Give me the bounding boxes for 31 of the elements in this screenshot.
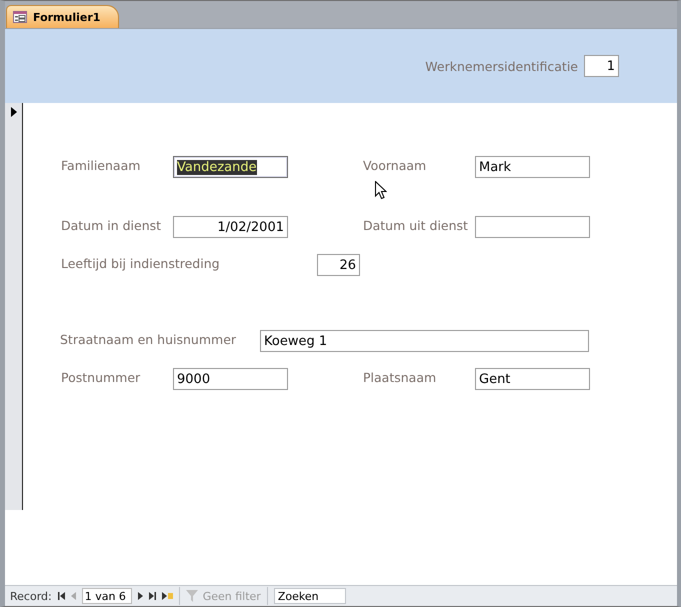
field-label: Plaatsnaam [363,369,438,385]
record-label: Record: [10,590,52,602]
field-label: Postnummer [61,369,142,385]
field-label: Datum in dienst [61,217,162,233]
next-record-icon[interactable] [138,592,143,600]
text-field[interactable]: Gent [475,368,590,390]
field-label: Datum uit dienst [363,217,469,233]
current-record-icon [10,107,16,117]
id-field[interactable]: 1 [584,55,619,77]
text-field[interactable]: Vandezande [173,156,288,178]
new-record-icon[interactable] [162,592,173,600]
field-label: Familienaam [61,157,142,173]
text-field[interactable] [475,216,590,238]
record-selector[interactable] [5,103,23,510]
text-field[interactable]: 9000 [173,368,288,390]
first-record-icon[interactable] [58,592,65,600]
field-label: Straatnaam en huisnummer [60,331,238,347]
mouse-cursor-icon [375,181,387,200]
record-position-field[interactable]: 1 van 6 [82,588,132,604]
text-field[interactable]: 26 [317,254,360,276]
field-label: Leeftijd bij indienstreding [61,255,221,271]
text-field[interactable]: 1/02/2001 [173,216,288,238]
form-tab[interactable]: Formulier1 [6,5,120,28]
filter-icon [186,590,200,602]
form-icon [13,11,27,23]
field-label: Voornaam [363,157,428,173]
text-field[interactable]: Mark [475,156,590,178]
last-record-icon[interactable] [148,592,156,600]
search-field[interactable]: Zoeken [274,588,346,604]
text-field[interactable]: Koeweg 1 [260,330,589,352]
field-label: Werknemersidentificatie [425,58,578,74]
